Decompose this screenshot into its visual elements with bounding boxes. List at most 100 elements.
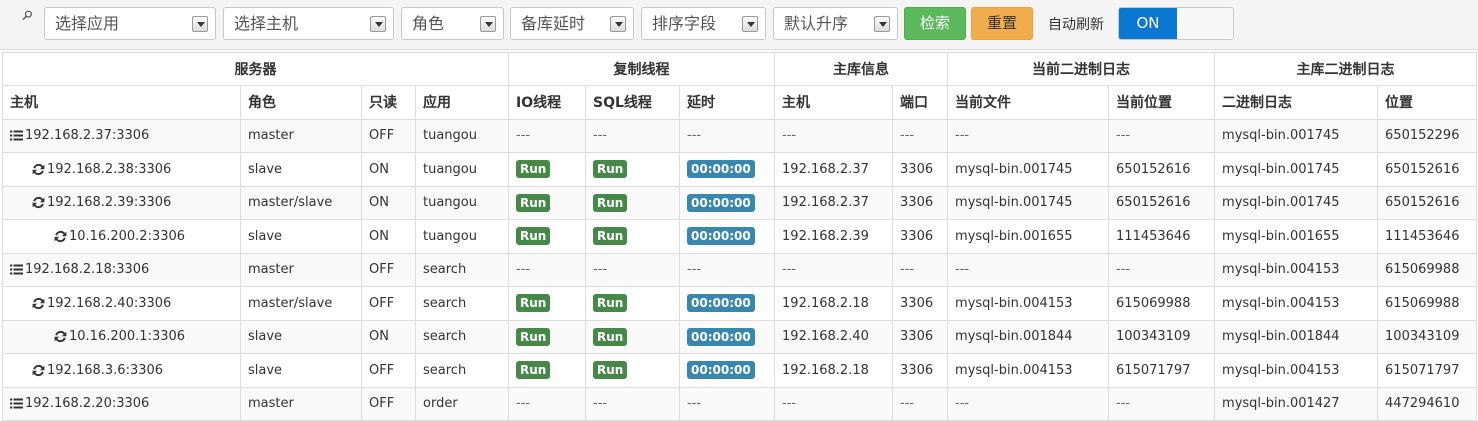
col-header-app[interactable]: 应用: [415, 85, 509, 120]
current-file-cell-text: mysql-bin.004153: [955, 362, 1073, 378]
refresh-icon[interactable]: [54, 330, 67, 343]
list-icon[interactable]: [10, 397, 23, 410]
refresh-icon[interactable]: [54, 230, 67, 243]
refresh-icon[interactable]: [32, 163, 45, 176]
group-header-master-info: 主库信息: [774, 52, 949, 86]
app-cell-text: search: [423, 262, 467, 278]
list-icon[interactable]: [10, 263, 23, 276]
col-header-master-host[interactable]: 主机: [774, 85, 894, 120]
host-cell: 192.168.2.39:3306: [2, 185, 241, 220]
binlog-pos-cell-text: 615069988: [1385, 295, 1460, 311]
table-row[interactable]: 192.168.2.38:3306 slave ON tuangou Run Run 00:…: [2, 152, 1478, 187]
col-header-host[interactable]: 主机: [2, 85, 241, 120]
table-row[interactable]: 192.168.2.18:3306 master OFF search --- --- --…: [2, 252, 1478, 287]
sql-thread-cell-text: ---: [593, 396, 608, 412]
chevron-down-icon[interactable]: [192, 16, 208, 32]
col-header-role[interactable]: 角色: [240, 85, 362, 120]
col-header-current-pos[interactable]: 当前位置: [1108, 85, 1216, 120]
readonly-cell-text: OFF: [369, 295, 395, 311]
chevron-down-icon[interactable]: [370, 16, 386, 32]
table-row[interactable]: 192.168.2.40:3306 master/slave OFF search Ru…: [2, 286, 1478, 321]
binlog-pos-cell-text: 447294610: [1385, 396, 1460, 412]
app-cell-text: tuangou: [423, 228, 477, 244]
master-host-cell: 192.168.2.18: [774, 353, 894, 388]
toggle-off-area[interactable]: [1177, 8, 1233, 39]
binlog-pos-cell-text: 615071797: [1385, 362, 1460, 378]
host-cell-content: 192.168.2.39:3306: [10, 195, 233, 210]
table-row[interactable]: 192.168.2.20:3306 master OFF order --- --- ---…: [2, 386, 1478, 421]
chevron-down-icon[interactable]: [610, 16, 626, 32]
sort-order-select[interactable]: 默认升序: [773, 7, 898, 40]
sort-order-select-label: 默认升序: [784, 14, 849, 33]
col-header-binlog[interactable]: 二进制日志: [1214, 85, 1379, 120]
app-cell: search: [415, 286, 509, 321]
binlog-pos-cell-text: 111453646: [1385, 228, 1460, 244]
chevron-down-icon[interactable]: [742, 16, 758, 32]
host-cell: 192.168.2.38:3306: [2, 152, 241, 187]
sql-thread-cell: ---: [585, 118, 680, 153]
col-header-io-thread[interactable]: IO线程: [508, 85, 586, 120]
col-header-binlog-pos[interactable]: 位置: [1377, 85, 1478, 120]
table-row[interactable]: 192.168.2.39:3306 master/slave ON tuangou Ru…: [2, 185, 1478, 220]
current-file-cell-text: mysql-bin.001844: [955, 329, 1073, 345]
col-header-current-file[interactable]: 当前文件: [947, 85, 1110, 120]
delay-cell-text: ---: [687, 396, 702, 412]
refresh-icon[interactable]: [32, 297, 45, 310]
sort-field-select[interactable]: 排序字段: [641, 7, 766, 40]
role-select[interactable]: 角色: [401, 7, 504, 40]
auto-refresh-label: 自动刷新: [1048, 17, 1104, 33]
search-button[interactable]: 检索: [904, 7, 966, 40]
current-file-cell: mysql-bin.004153: [947, 353, 1110, 388]
app-cell-text: order: [423, 396, 458, 412]
table-row[interactable]: 192.168.3.6:3306 slave OFF search Run Run 00:0…: [2, 353, 1478, 388]
auto-refresh-toggle[interactable]: ON: [1118, 7, 1234, 40]
app-cell-text: search: [423, 362, 467, 378]
col-header-master-port[interactable]: 端口: [892, 85, 949, 120]
chevron-down-icon[interactable]: [480, 16, 496, 32]
role-cell-text: slave: [248, 161, 283, 177]
io-thread-cell-text: ---: [516, 128, 531, 144]
refresh-icon[interactable]: [32, 196, 45, 209]
master-port-cell-text: ---: [900, 262, 915, 278]
current-pos-cell: 650152616: [1108, 185, 1216, 220]
io-thread-cell: Run: [508, 353, 586, 388]
delay-cell: 00:00:00: [678, 319, 776, 354]
readonly-cell: ON: [361, 152, 416, 187]
master-port-cell-text: 3306: [900, 228, 934, 244]
readonly-cell-text: ON: [369, 329, 389, 345]
host-select[interactable]: 选择主机: [223, 7, 394, 40]
binlog-cell-text: mysql-bin.001745: [1222, 195, 1340, 211]
host-address: 10.16.200.1:3306: [69, 329, 186, 345]
delay-select[interactable]: 备库延时: [510, 7, 634, 40]
binlog-cell: mysql-bin.001745: [1214, 118, 1379, 153]
chevron-down-icon[interactable]: [874, 16, 890, 32]
list-icon[interactable]: [10, 129, 23, 142]
binlog-cell-text: mysql-bin.004153: [1222, 262, 1340, 278]
run-status-badge: Run: [516, 327, 551, 346]
master-host-cell-text: 192.168.2.37: [782, 195, 869, 211]
delay-cell-text: ---: [687, 262, 702, 278]
table-row[interactable]: 10.16.200.1:3306 slave ON search Run Run 00:00…: [2, 319, 1478, 354]
col-header-delay[interactable]: 延时: [678, 85, 776, 120]
run-status-badge: Run: [516, 227, 551, 246]
io-thread-cell-text: ---: [516, 262, 531, 278]
master-port-cell-text: ---: [900, 396, 915, 412]
role-cell: slave: [240, 319, 362, 354]
refresh-icon[interactable]: [32, 364, 45, 377]
col-header-readonly[interactable]: 只读: [361, 85, 416, 120]
delay-badge: 00:00:00: [687, 361, 755, 380]
col-header-sql-thread[interactable]: SQL线程: [585, 85, 680, 120]
app-cell-text: search: [423, 295, 467, 311]
readonly-cell: ON: [361, 319, 416, 354]
binlog-cell-text: mysql-bin.001844: [1222, 329, 1340, 345]
app-cell: tuangou: [415, 118, 509, 153]
current-pos-cell: 111453646: [1108, 219, 1216, 254]
table-row[interactable]: 192.168.2.37:3306 master OFF tuangou --- --- -…: [2, 118, 1478, 153]
current-pos-cell: 650152616: [1108, 152, 1216, 187]
toggle-on-label[interactable]: ON: [1119, 8, 1177, 39]
master-port-cell: 3306: [892, 185, 949, 220]
reset-button[interactable]: 重置: [971, 7, 1033, 40]
app-select[interactable]: 选择应用: [44, 7, 216, 40]
table-row[interactable]: 10.16.200.2:3306 slave ON tuangou Run Run 00:0…: [2, 219, 1478, 254]
io-thread-cell: Run: [508, 219, 586, 254]
